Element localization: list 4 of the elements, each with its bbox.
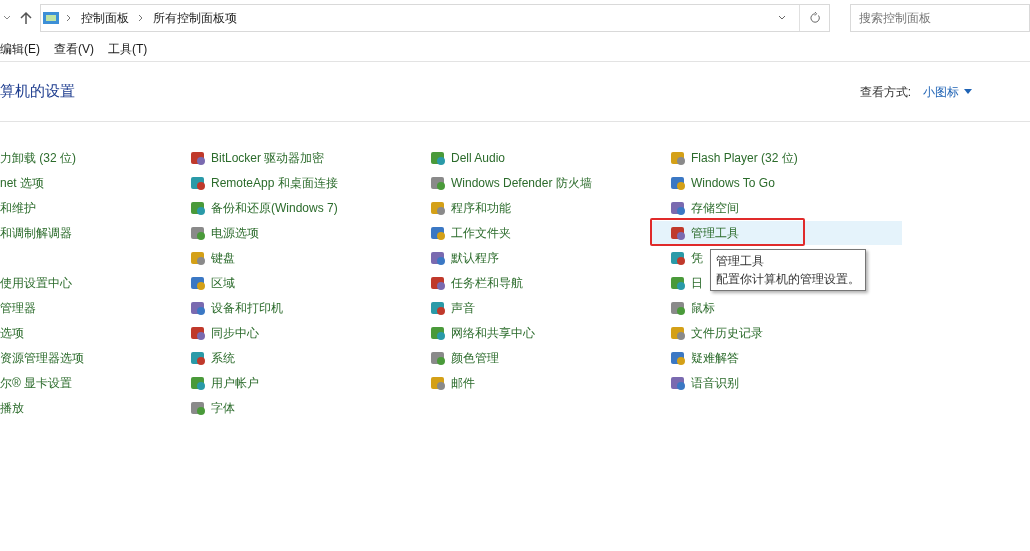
tooltip-title: 管理工具 (716, 253, 765, 270)
page-heading: 算机的设置 (0, 81, 75, 102)
view-by-label: 查看方式: (859, 83, 911, 101)
tooltip-description: 配置你计算机的管理设置。 (716, 271, 860, 288)
